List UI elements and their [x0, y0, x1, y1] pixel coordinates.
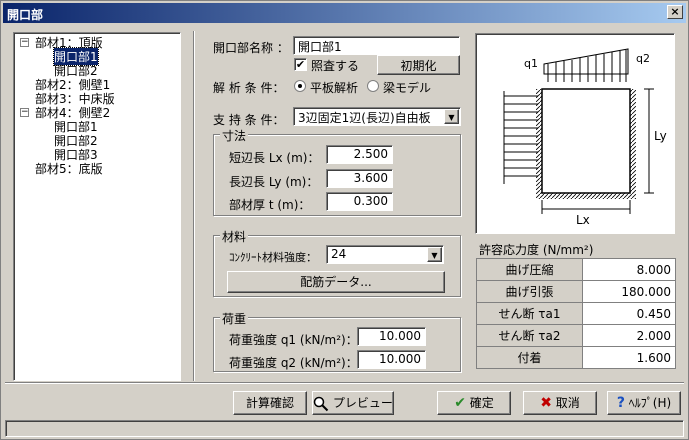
magnifier-icon — [313, 396, 329, 411]
verify-checkbox[interactable]: ✔ — [294, 58, 307, 71]
check-icon: ✔ — [454, 395, 466, 411]
load-title: 荷重 — [220, 310, 249, 327]
lx-label: Lx — [576, 213, 590, 227]
stress-value[interactable]: 180.000 — [582, 280, 676, 303]
thickness-input[interactable]: 0.300 — [326, 192, 393, 211]
member-tree[interactable]: − 部材1：頂版 開口部1 開口部2 部材2：側壁1 部材3：中床版 − 部材4… — [13, 32, 181, 381]
stress-value[interactable]: 8.000 — [582, 258, 676, 281]
table-row: 曲げ引張 180.000 — [476, 280, 676, 303]
dropdown-arrow-icon[interactable]: ▼ — [427, 247, 442, 262]
q1-label: q1 — [524, 57, 538, 70]
dimensions-title: 寸法 — [220, 127, 249, 144]
vertical-divider — [193, 31, 195, 381]
table-row: 曲げ圧縮 8.000 — [476, 258, 676, 281]
support-value: 3辺固定1辺(長辺)自由板 — [298, 111, 431, 125]
confirm-button[interactable]: ✔ 確定 — [437, 391, 511, 415]
long-side-input[interactable]: 3.600 — [326, 169, 393, 188]
collapse-icon[interactable]: − — [20, 38, 29, 47]
rebar-data-button[interactable]: 配筋データ... — [227, 271, 445, 293]
stress-value[interactable]: 0.450 — [582, 302, 676, 325]
plate-analysis-radio[interactable] — [294, 80, 306, 92]
preview-label: プレビュー — [332, 396, 393, 410]
plate-diagram-svg: q1 q2 Ly Lx — [503, 48, 667, 227]
opening-name-input[interactable]: 開口部1 — [293, 36, 460, 55]
support-select[interactable]: 3辺固定1辺(長辺)自由板 ▼ — [293, 107, 461, 126]
stress-label: 曲げ圧縮 — [476, 258, 583, 281]
load-q1-input[interactable]: 10.000 — [357, 327, 426, 346]
concrete-strength-value: 24 — [331, 247, 347, 261]
concrete-strength-select[interactable]: 24 ▼ — [326, 245, 444, 264]
material-title: 材料 — [220, 228, 249, 245]
close-icon[interactable]: × — [667, 5, 683, 19]
opening-name-label: 開口部名称 ： — [213, 41, 289, 55]
load-q2-input[interactable]: 10.000 — [357, 350, 426, 369]
fixed-edge-left — [536, 89, 542, 199]
fixed-edge-right — [630, 89, 636, 193]
stress-label: せん断 τa2 — [476, 324, 583, 347]
cancel-button[interactable]: ✖ 取消 — [523, 391, 597, 415]
initialize-button[interactable]: 初期化 — [377, 55, 460, 75]
plate-outline — [541, 88, 631, 194]
stress-label: 曲げ引張 — [476, 280, 583, 303]
title-bar: 開口部 × — [3, 3, 686, 23]
fixed-edge-bottom — [542, 193, 636, 199]
help-label: ﾍﾙﾌﾟ(H) — [628, 396, 672, 410]
plate-diagram: q1 q2 Ly Lx — [475, 33, 675, 234]
short-side-input[interactable]: 2.500 — [326, 145, 393, 164]
horizontal-divider — [5, 382, 684, 384]
window-title: 開口部 — [7, 8, 44, 22]
support-label: 支 持 条 件： — [213, 113, 285, 127]
preview-button[interactable]: プレビュー — [312, 391, 394, 415]
stress-label: せん断 τa1 — [476, 302, 583, 325]
calc-check-button[interactable]: 計算確認 — [233, 391, 307, 415]
beam-model-label: 梁モデル — [383, 81, 432, 95]
table-row: 付着 1.600 — [476, 346, 676, 369]
allowable-stress-table: 曲げ圧縮 8.000 曲げ引張 180.000 せん断 τa1 0.450 せん断 τ… — [476, 258, 676, 369]
beam-model-radio[interactable] — [367, 80, 379, 92]
q2-label: q2 — [636, 52, 650, 65]
table-row: せん断 τa2 2.000 — [476, 324, 676, 347]
confirm-label: 確定 — [469, 396, 494, 410]
ly-label: Ly — [654, 129, 667, 143]
long-side-label: 長辺長 Ly (m)： — [229, 175, 319, 189]
dropdown-arrow-icon[interactable]: ▼ — [444, 109, 459, 124]
thickness-label: 部材厚 t (m)： — [229, 198, 311, 212]
analysis-label: 解 析 条 件： — [213, 81, 285, 95]
cross-icon: ✖ — [540, 395, 552, 411]
cancel-label: 取消 — [555, 396, 580, 410]
collapse-icon[interactable]: − — [20, 108, 29, 117]
concrete-strength-label: ｺﾝｸﾘｰﾄ材料強度： — [229, 251, 317, 264]
help-button[interactable]: ? ﾍﾙﾌﾟ(H) — [607, 391, 681, 415]
allowable-stress-title: 許容応力度 (N/mm²) — [479, 243, 594, 257]
top-load-arrows — [543, 48, 629, 82]
load-q1-label: 荷重強度 q1 (kN/m²)： — [229, 333, 358, 347]
dialog-window: 開口部 × − 部材1：頂版 開口部1 開口部2 部材2：側壁1 部材3：中床版… — [0, 0, 689, 440]
verify-label: 照査する — [311, 59, 360, 73]
table-row: せん断 τa1 0.450 — [476, 302, 676, 325]
stress-label: 付着 — [476, 346, 583, 369]
status-bar — [5, 420, 684, 437]
load-q2-label: 荷重強度 q2 (kN/m²)： — [229, 356, 358, 370]
help-icon: ? — [616, 395, 625, 411]
tree-item-member5[interactable]: 部材5：底版 — [35, 160, 103, 177]
stress-value[interactable]: 2.000 — [582, 324, 676, 347]
stress-value[interactable]: 1.600 — [582, 346, 676, 369]
short-side-label: 短辺長 Lx (m)： — [229, 151, 320, 165]
plate-analysis-label: 平板解析 — [310, 81, 359, 95]
side-load-arrows — [503, 91, 538, 184]
